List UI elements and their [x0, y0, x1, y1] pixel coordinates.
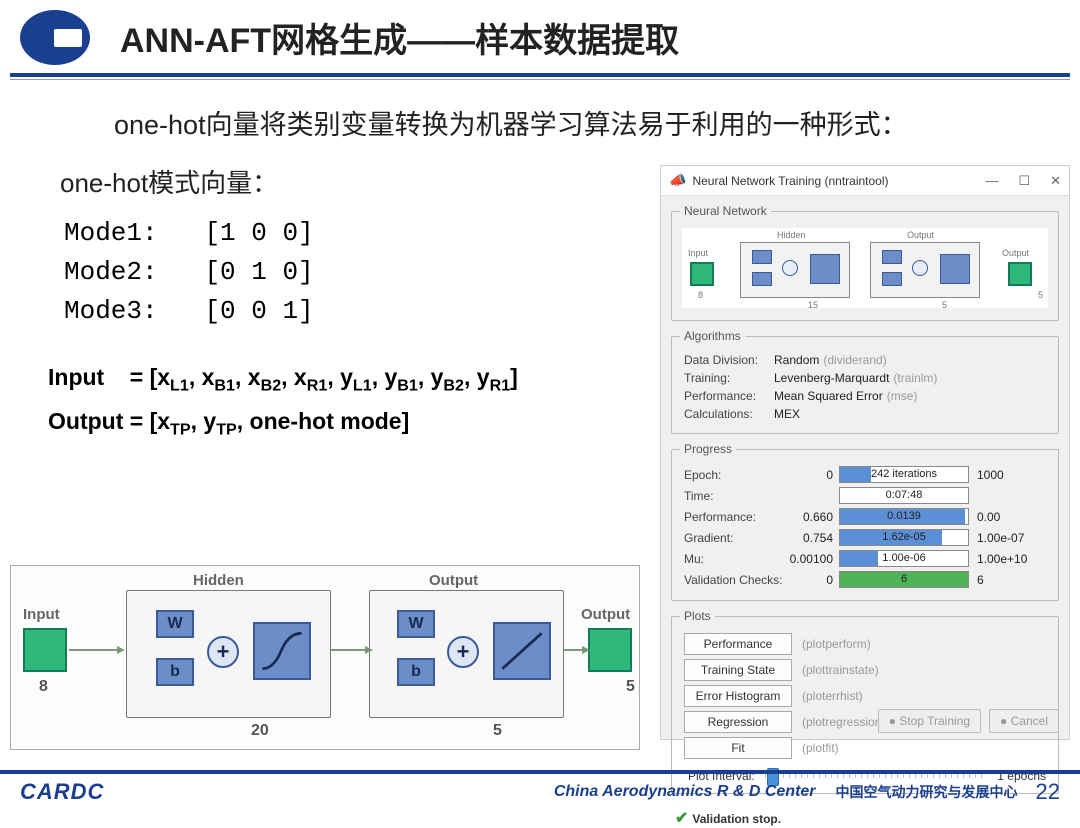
label-output-layer: Output	[429, 572, 478, 589]
footer-cardc: CARDC	[20, 779, 104, 805]
close-icon[interactable]: ✕	[1050, 173, 1061, 189]
plot-button[interactable]: Performance	[684, 633, 792, 655]
algorithm-row: Calculations:MEX	[680, 405, 1050, 423]
footer-center-en: China Aerodynamics R & D Center	[104, 783, 835, 801]
w-block-2: W	[397, 610, 435, 638]
progress-row: Mu:0.001001.00e-061.00e+10	[680, 548, 1050, 569]
algorithm-row: Training:Levenberg-Marquardt(trainlm)	[680, 369, 1050, 387]
minimize-icon[interactable]: —	[985, 173, 998, 189]
plot-button[interactable]: Regression	[684, 711, 792, 733]
b-block-2: b	[397, 658, 435, 686]
output-count: 5	[626, 678, 635, 696]
nn-diagram-large: Input 8 Hidden W b + 20 Output W b + 5 O…	[10, 565, 640, 750]
input-count: 8	[39, 678, 48, 696]
nntraintool-window: 📣 Neural Network Training (nntraintool) …	[660, 165, 1070, 740]
progress-row: Gradient:0.7541.62e-051.00e-07	[680, 527, 1050, 548]
footer-center-cn: 中国空气动力研究与发展中心	[836, 782, 1018, 802]
arrow-icon	[331, 649, 367, 651]
hidden-count: 20	[251, 722, 269, 740]
matlab-icon: 📣	[669, 172, 686, 189]
body-text: one-hot向量将类别变量转换为机器学习算法易于利用的一种形式：	[0, 80, 1080, 147]
plot-row: Training State(plottrainstate)	[680, 657, 1050, 683]
label-hidden: Hidden	[193, 572, 244, 589]
footer: CARDC China Aerodynamics R & D Center 中国…	[0, 770, 1080, 810]
plot-row: Error Histogram(ploterrhist)	[680, 683, 1050, 709]
b-block: b	[156, 658, 194, 686]
window-titlebar: 📣 Neural Network Training (nntraintool) …	[661, 166, 1069, 196]
input-node-icon	[23, 628, 67, 672]
maximize-icon[interactable]: ☐	[1018, 173, 1030, 189]
tansig-activation-icon	[253, 622, 311, 680]
algorithms-legend: Algorithms	[680, 329, 745, 343]
plot-button[interactable]: Training State	[684, 659, 792, 681]
plot-button[interactable]: Fit	[684, 737, 792, 759]
plot-row: Fit(plotfit)	[680, 735, 1050, 761]
purelin-activation-icon	[493, 622, 551, 680]
nn-mini-diagram: Input 8 Hidden 15 Output 5 Output 5	[682, 228, 1048, 308]
algorithms-fieldset: Algorithms Data Division:Random(dividera…	[671, 329, 1059, 434]
nn-fieldset: Neural Network Input 8 Hidden 15 Output …	[671, 204, 1059, 321]
progress-row: Time:0:07:48	[680, 485, 1050, 506]
arrow-icon	[69, 649, 119, 651]
plot-row: Performance(plotperform)	[680, 631, 1050, 657]
algorithm-row: Performance:Mean Squared Error(mse)	[680, 387, 1050, 405]
check-icon: ✔	[675, 810, 688, 827]
plot-button[interactable]: Error Histogram	[684, 685, 792, 707]
slide-title: ANN-AFT网格生成——样本数据提取	[120, 13, 679, 62]
progress-row: Validation Checks:066	[680, 569, 1050, 590]
plots-legend: Plots	[680, 609, 715, 623]
output-node-icon	[588, 628, 632, 672]
sum-node-icon: +	[207, 636, 239, 668]
progress-legend: Progress	[680, 442, 736, 456]
w-block: W	[156, 610, 194, 638]
header: ANN-AFT网格生成——样本数据提取	[0, 0, 1080, 73]
arrow-icon	[564, 649, 584, 651]
stop-training-button[interactable]: ● Stop Training	[878, 709, 981, 733]
label-input: Input	[23, 606, 60, 623]
cardc-logo-icon	[20, 10, 90, 65]
page-number: 22	[1036, 779, 1060, 805]
plots-fieldset: Plots Performance(plotperform)Training S…	[671, 609, 1059, 794]
cancel-button[interactable]: ● Cancel	[989, 709, 1059, 733]
progress-row: Epoch:0242 iterations1000	[680, 464, 1050, 485]
progress-row: Performance:0.6600.01390.00	[680, 506, 1050, 527]
algorithm-row: Data Division:Random(dividerand)	[680, 351, 1050, 369]
progress-fieldset: Progress Epoch:0242 iterations1000Time:0…	[671, 442, 1059, 601]
output-layer-count: 5	[493, 722, 502, 740]
nn-legend: Neural Network	[680, 204, 771, 218]
window-title: Neural Network Training (nntraintool)	[692, 174, 888, 188]
label-output: Output	[581, 606, 630, 623]
title-divider	[10, 73, 1070, 77]
sum-node-2-icon: +	[447, 636, 479, 668]
